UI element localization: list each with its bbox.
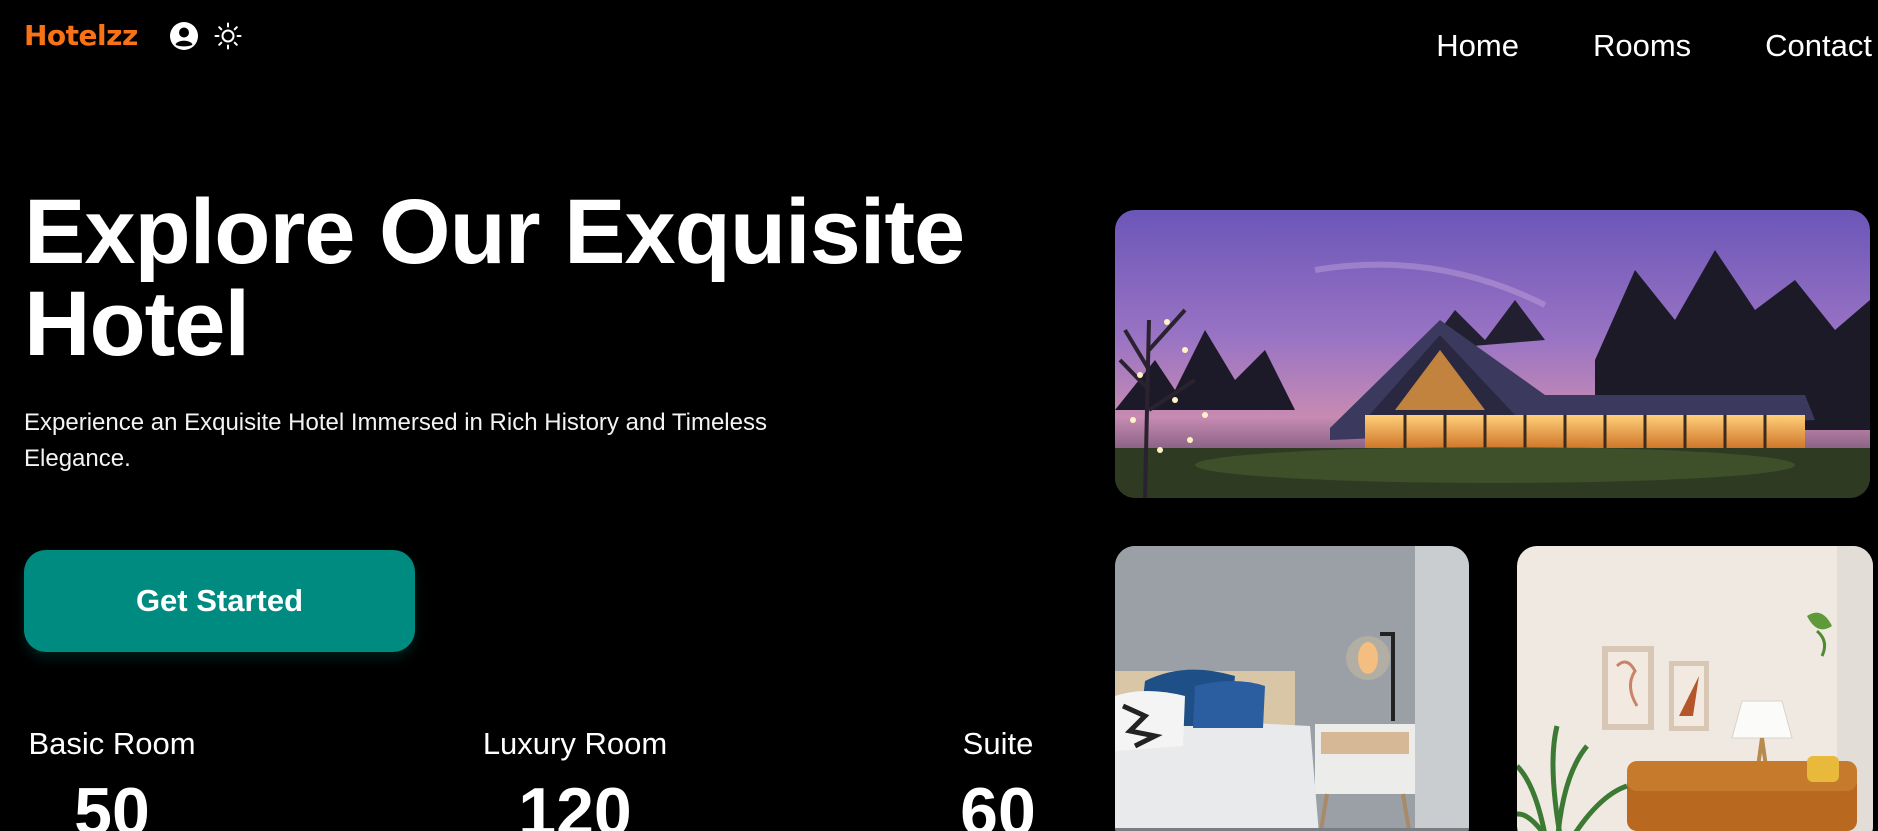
- header-icons: [168, 20, 244, 52]
- user-circle-icon[interactable]: [168, 20, 200, 52]
- bedroom-image: [1115, 546, 1469, 831]
- stat-value: 120: [518, 774, 632, 831]
- stat-label: Suite: [962, 726, 1034, 761]
- stat-luxury-room: Luxury Room 120: [480, 722, 670, 831]
- stat-label: Basic Room: [28, 726, 196, 761]
- living-room-image: [1517, 546, 1873, 831]
- nav-rooms[interactable]: Rooms: [1593, 26, 1691, 66]
- hero-title: Explore Our Exquisite Hotel: [24, 181, 965, 375]
- stat-value: 60: [960, 774, 1036, 831]
- get-started-button[interactable]: Get Started: [24, 550, 415, 652]
- brand-logo[interactable]: Hotelzz: [24, 18, 138, 54]
- main-nav: Home Rooms Contact: [1436, 26, 1872, 66]
- stat-suite: Suite 60: [954, 722, 1042, 831]
- sun-icon[interactable]: [212, 20, 244, 52]
- hero-subtitle: Experience an Exquisite Hotel Immersed i…: [24, 409, 767, 472]
- stat-basic-room: Basic Room 50: [24, 722, 200, 831]
- nav-home[interactable]: Home: [1436, 26, 1519, 66]
- nav-contact[interactable]: Contact: [1765, 26, 1872, 66]
- stat-value: 50: [74, 774, 150, 831]
- hotel-exterior-image: [1115, 210, 1870, 498]
- stat-label: Luxury Room: [482, 726, 668, 761]
